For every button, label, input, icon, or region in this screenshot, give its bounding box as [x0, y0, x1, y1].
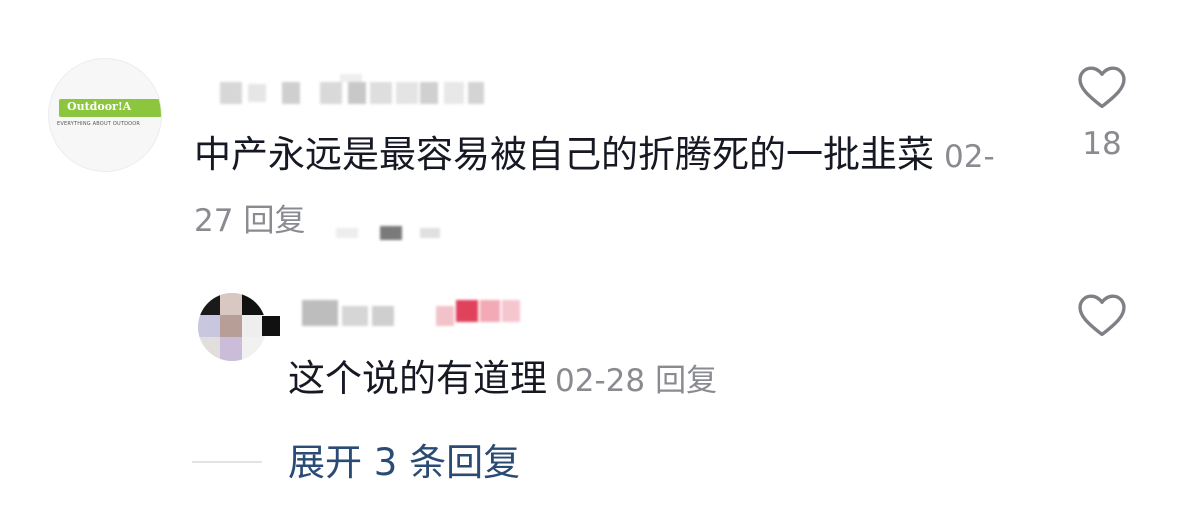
comment-text: 中产永远是最容易被自己的折腾死的一批韭菜 [194, 133, 934, 176]
comment-like[interactable]: 18 [1072, 64, 1132, 162]
like-count: 18 [1082, 126, 1122, 162]
commenter-avatar[interactable]: Outdoor!A EVERYTHING ABOUT OUTDOOR [48, 58, 162, 172]
replier-username-blurred[interactable] [298, 296, 548, 330]
heart-outline-icon[interactable] [1076, 292, 1128, 338]
occlusion-blur [336, 226, 446, 240]
reply-date: 02-28 [555, 363, 646, 399]
heart-outline-icon[interactable] [1076, 64, 1128, 110]
expand-replies-button[interactable]: 展开 3 条回复 [288, 438, 520, 488]
reply-text: 这个说的有道理 [288, 357, 547, 400]
comment-body: 中产永远是最容易被自己的折腾死的一批韭菜 02-27 回复 [194, 124, 1014, 252]
reply-like[interactable] [1072, 292, 1132, 342]
brand-logo-text: Outdoor!A [67, 100, 132, 113]
brand-tagline: EVERYTHING ABOUT OUTDOOR [57, 121, 141, 127]
commenter-username-blurred[interactable] [220, 74, 490, 106]
reply-body: 这个说的有道理 02-28 回复 [288, 352, 717, 408]
replier-avatar-edge [262, 316, 280, 336]
comment-reply-button[interactable]: 回复 [243, 203, 305, 239]
replier-avatar[interactable] [198, 293, 266, 361]
reply-reply-button[interactable]: 回复 [655, 363, 717, 399]
expand-divider [192, 461, 262, 463]
